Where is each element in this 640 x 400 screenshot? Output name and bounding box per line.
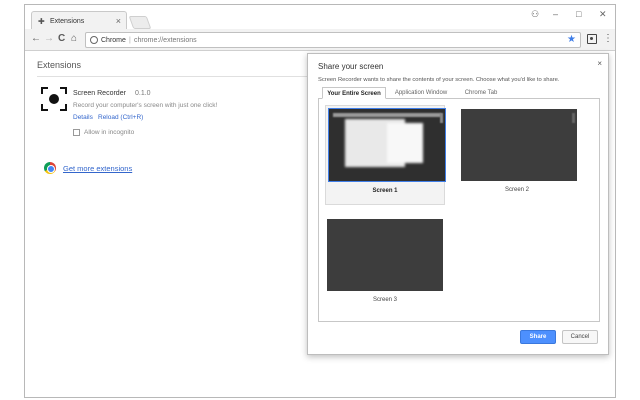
forward-icon[interactable]: → [44, 33, 54, 45]
get-more-extensions-link[interactable]: Get more extensions [63, 164, 132, 173]
page-title: Extensions [37, 60, 82, 70]
reload-icon[interactable]: C [58, 33, 65, 45]
extension-version: 0.1.0 [135, 90, 151, 97]
tab-title: Extensions [50, 18, 85, 25]
bookmark-star-icon[interactable]: ★ [567, 34, 576, 45]
omnibox-separator: | [129, 36, 131, 44]
title-divider [37, 76, 307, 77]
screen-option-2[interactable]: Screen 2 [457, 105, 577, 205]
extensions-page: Extensions Screen Recorder 0.1.0 Record … [25, 52, 615, 397]
incognito-label: Allow in incognito [84, 129, 135, 136]
dialog-title: Share your screen [318, 62, 384, 71]
address-bar[interactable]: Chrome | chrome://extensions ★ [85, 32, 581, 48]
screen-label: Screen 2 [504, 187, 529, 193]
reload-link[interactable]: Reload (Ctrl+R) [98, 114, 143, 121]
share-button[interactable]: Share [520, 330, 556, 344]
screen-option-3[interactable]: Screen 3 [325, 215, 445, 315]
close-window-icon[interactable]: ✕ [599, 9, 607, 20]
home-icon[interactable]: ⌂ [71, 33, 77, 45]
extension-name: Screen Recorder [73, 90, 126, 97]
tab-strip: ✚ Extensions × ⚇ – □ ✕ [25, 5, 615, 31]
chrome-page-icon [90, 36, 98, 44]
cancel-button[interactable]: Cancel [562, 330, 598, 344]
incognito-checkbox[interactable] [73, 129, 80, 136]
screen-thumbnail [461, 109, 577, 181]
web-store-icon [44, 162, 56, 174]
screen-option-1[interactable]: Screen 1 [325, 105, 446, 205]
tab-entire-screen[interactable]: Your Entire Screen [322, 87, 386, 99]
back-icon[interactable]: ← [31, 33, 41, 45]
screen-thumbnail [327, 219, 443, 291]
browser-toolbar: ← → C ⌂ Chrome | chrome://extensions ★ ⋮ [25, 29, 615, 51]
browser-window: ✚ Extensions × ⚇ – □ ✕ ← → C ⌂ Chrome | … [24, 4, 616, 398]
screen-label: Screen 3 [372, 297, 397, 303]
user-icon[interactable]: ⚇ [531, 9, 539, 20]
dialog-description: Screen Recorder wants to share the conte… [318, 77, 560, 83]
new-tab-button[interactable] [128, 16, 152, 29]
puzzle-icon: ✚ [38, 17, 45, 26]
details-link[interactable]: Details [73, 114, 93, 121]
tab-extensions[interactable]: ✚ Extensions × [31, 11, 127, 31]
dialog-close-icon[interactable]: × [597, 59, 602, 68]
screen-thumbnail [328, 108, 446, 182]
extension-description: Record your computer's screen with just … [73, 102, 218, 109]
screens-panel: Screen 1 Screen 2 Screen 3 [318, 98, 600, 322]
menu-icon[interactable]: ⋮ [603, 33, 613, 44]
url-text[interactable]: chrome://extensions [134, 37, 197, 44]
share-screen-dialog: Share your screen × Screen Recorder want… [307, 53, 609, 355]
screen-recorder-extension-icon[interactable] [587, 34, 597, 44]
minimize-icon[interactable]: – [553, 9, 558, 19]
screen-label: Screen 1 [372, 188, 398, 194]
tab-close-icon[interactable]: × [116, 16, 121, 26]
maximize-icon[interactable]: □ [576, 9, 581, 19]
secure-label: Chrome [101, 36, 126, 44]
screen-recorder-icon [41, 87, 67, 111]
